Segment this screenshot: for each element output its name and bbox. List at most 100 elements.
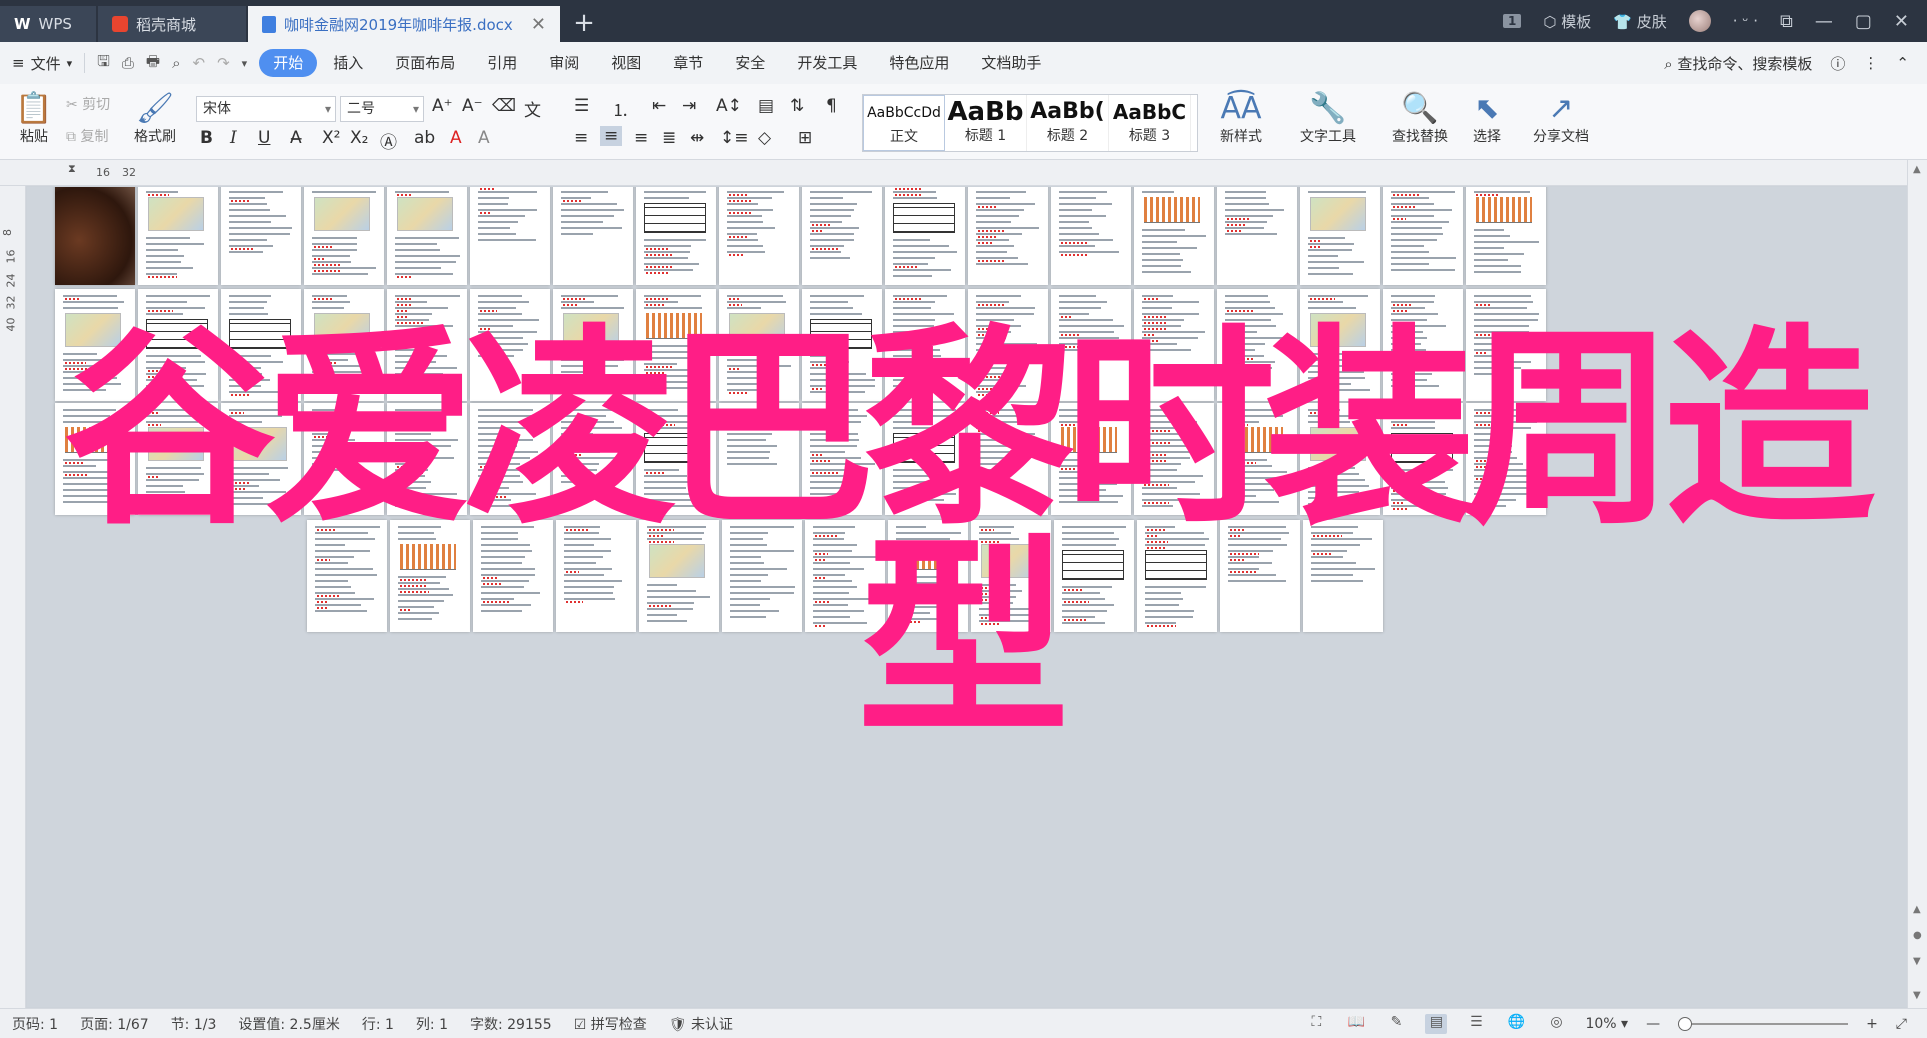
page-thumbnail[interactable]	[553, 289, 633, 401]
zoom-out-icon[interactable]: —	[1646, 1016, 1660, 1032]
page-thumbnail[interactable]	[636, 187, 716, 285]
edit-mode-icon[interactable]: ✎	[1385, 1014, 1407, 1034]
status-page-code[interactable]: 页码: 1	[12, 1014, 58, 1034]
eye-protection-icon[interactable]: ◎	[1545, 1014, 1567, 1034]
align-right-icon[interactable]: ≡	[634, 128, 648, 148]
subscript-icon[interactable]: X₂	[350, 128, 368, 148]
page-thumbnail[interactable]	[390, 520, 470, 632]
status-word-count[interactable]: 字数: 29155	[470, 1014, 552, 1034]
page-thumbnail[interactable]	[470, 187, 550, 285]
spell-check-button[interactable]: ☑ 拼写检查	[574, 1014, 647, 1034]
menu-item-section[interactable]: 章节	[657, 49, 719, 77]
line-spacing-icon[interactable]: ↕≡	[720, 128, 749, 148]
page-thumbnail[interactable]	[556, 520, 636, 632]
menu-item-doc-assistant[interactable]: 文档助手	[965, 49, 1057, 77]
font-name-select[interactable]: 宋体	[196, 96, 336, 122]
scroll-up-page-icon[interactable]: ▲	[1913, 904, 1921, 915]
page-thumbnail[interactable]	[885, 289, 965, 401]
page-thumbnail[interactable]	[1300, 187, 1380, 285]
page-thumbnail[interactable]	[1134, 289, 1214, 401]
strikethrough-icon[interactable]: A̶	[290, 128, 302, 148]
grow-font-icon[interactable]: A⁺	[432, 96, 453, 116]
close-window-icon[interactable]: ✕	[1894, 11, 1909, 32]
shrink-font-icon[interactable]: A⁻	[462, 96, 483, 116]
page-thumbnail[interactable]	[968, 289, 1048, 401]
format-painter-button[interactable]: 🖌 格式刷	[128, 92, 182, 146]
page-thumbnail[interactable]	[387, 403, 467, 515]
window-count-badge[interactable]: 1	[1503, 14, 1522, 28]
page-thumbnail[interactable]	[802, 187, 882, 285]
menu-item-security[interactable]: 安全	[719, 49, 781, 77]
close-tab-icon[interactable]: ✕	[531, 14, 546, 35]
zoom-slider-knob[interactable]	[1678, 1016, 1693, 1031]
page-thumbnail[interactable]	[719, 187, 799, 285]
page-thumbnail[interactable]	[55, 289, 135, 401]
zoom-slider[interactable]	[1678, 1016, 1849, 1031]
superscript-icon[interactable]: X²	[322, 128, 340, 148]
tab-document[interactable]: 咖啡金融网2019年咖啡年报.docx ✕	[248, 6, 560, 42]
distribute-icon[interactable]: ⇹	[690, 128, 704, 148]
decrease-indent-icon[interactable]: ⇤	[652, 96, 666, 116]
page-thumbnail[interactable]	[971, 520, 1051, 632]
menu-item-home[interactable]: 开始	[259, 49, 318, 77]
scroll-up-icon[interactable]: ▲	[1913, 164, 1921, 175]
menu-item-view[interactable]: 视图	[595, 49, 657, 77]
scroll-down-icon[interactable]: ▼	[1913, 990, 1921, 1001]
numbered-list-icon[interactable]: ⒈	[612, 96, 629, 121]
template-button[interactable]: ⬡ 模板	[1543, 11, 1591, 32]
bullet-list-icon[interactable]: ☰	[574, 96, 589, 116]
page-thumbnail[interactable]	[221, 403, 301, 515]
style-heading-1[interactable]: AaBb 标题 1	[945, 95, 1027, 151]
menu-item-developer[interactable]: 开发工具	[781, 49, 873, 77]
italic-icon[interactable]: I	[230, 128, 237, 148]
page-thumbnail[interactable]	[470, 289, 550, 401]
file-menu[interactable]: ≡ 文件 ▾	[12, 53, 72, 74]
align-center-icon[interactable]: ≡	[600, 126, 623, 146]
more-options-icon[interactable]: ⋮	[1863, 54, 1878, 72]
show-marks-icon[interactable]: ¶	[826, 96, 837, 116]
page-thumbnail[interactable]	[1054, 520, 1134, 632]
page-thumbnail[interactable]	[1466, 289, 1546, 401]
status-setting[interactable]: 设置值: 2.5厘米	[238, 1014, 339, 1034]
zoom-level[interactable]: 10% ▾	[1585, 1016, 1628, 1032]
minimize-icon[interactable]: —	[1815, 11, 1833, 32]
fit-window-icon[interactable]: ⤢	[1896, 1016, 1907, 1032]
char-shading-icon[interactable]: A	[478, 128, 490, 148]
highlight-icon[interactable]: ab	[414, 128, 435, 148]
horizontal-ruler[interactable]: ⧗ 16 32	[0, 160, 1927, 186]
command-search[interactable]: ⌕ 查找命令、搜索模板	[1664, 53, 1812, 74]
sort-icon[interactable]: ⇅	[790, 96, 804, 116]
page-thumbnail[interactable]	[1383, 403, 1463, 515]
page-thumbnail[interactable]	[802, 289, 882, 401]
justify-icon[interactable]: ≣	[662, 128, 676, 148]
page-thumbnail[interactable]	[1051, 187, 1131, 285]
page-thumbnail[interactable]	[636, 403, 716, 515]
style-heading-2[interactable]: AaBb( 标题 2	[1027, 95, 1109, 151]
page-thumbnail[interactable]	[968, 403, 1048, 515]
avatar[interactable]	[1688, 10, 1711, 32]
page-thumbnail[interactable]	[138, 403, 218, 515]
zoom-in-icon[interactable]: +	[1866, 1016, 1878, 1032]
new-tab-button[interactable]: +	[562, 6, 606, 42]
vertical-ruler[interactable]: 8 16 24 32 40	[0, 186, 26, 1008]
redo-icon[interactable]: ↷	[217, 54, 230, 72]
export-pdf-icon[interactable]: ⎙	[122, 54, 134, 72]
text-direction-icon[interactable]: A↕	[716, 96, 742, 116]
verification-status[interactable]: 🛡 未认证	[669, 1014, 733, 1034]
page-thumbnail[interactable]	[470, 403, 550, 515]
page-thumbnail[interactable]	[473, 520, 553, 632]
web-view-icon[interactable]: 🌐	[1505, 1014, 1527, 1034]
collapse-ribbon-icon[interactable]: ⌃	[1896, 54, 1909, 72]
page-thumbnail[interactable]	[304, 187, 384, 285]
page-thumbnail[interactable]	[1051, 289, 1131, 401]
page-thumbnail[interactable]	[1134, 187, 1214, 285]
copy-button[interactable]: ⧉ 复制	[66, 126, 108, 146]
status-section[interactable]: 节: 1/3	[171, 1014, 217, 1034]
page-thumbnail[interactable]	[55, 403, 135, 515]
page-thumbnail[interactable]	[1300, 289, 1380, 401]
page-thumbnail[interactable]	[802, 403, 882, 515]
page-thumbnail[interactable]	[1217, 289, 1297, 401]
page-thumbnail[interactable]	[885, 403, 965, 515]
page-thumbnail[interactable]	[387, 289, 467, 401]
page-thumbnail[interactable]	[1300, 403, 1380, 515]
